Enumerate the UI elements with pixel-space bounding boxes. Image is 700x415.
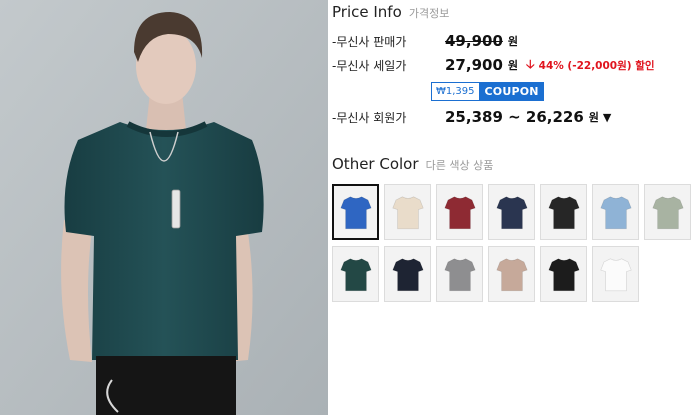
tshirt-thumbnail-icon — [495, 196, 528, 230]
discount-text: 44% (-22,000원) 할인 — [538, 59, 655, 72]
color-swatch[interactable] — [540, 246, 587, 302]
member-price-row: -무신사 회원가 25,389 ~ 26,226 원 ▼ — [332, 107, 611, 127]
member-price-unit: 원 — [588, 111, 599, 124]
price-info-title-ko: 가격정보 — [408, 7, 450, 20]
caret-down-icon[interactable]: ▼ — [603, 111, 611, 124]
sale-price-label: -무신사 세일가 — [332, 58, 407, 73]
tshirt-thumbnail-icon — [391, 258, 424, 292]
tshirt-thumbnail-icon — [443, 196, 476, 230]
tshirt-thumbnail-icon — [391, 196, 424, 230]
list-price-value: 49,900 — [445, 32, 503, 50]
list-price-unit: 원 — [507, 35, 519, 48]
color-swatch[interactable] — [436, 246, 483, 302]
list-price-label: -무신사 판매가 — [332, 34, 407, 49]
color-swatch[interactable] — [384, 184, 431, 240]
member-price-value: 25,389 ~ 26,226 — [445, 108, 584, 126]
tshirt-thumbnail-icon — [651, 196, 684, 230]
coupon-amount: ₩1,395 — [431, 82, 480, 101]
price-info-heading: Price Info 가격정보 — [332, 2, 449, 21]
tshirt-thumbnail-icon — [599, 196, 632, 230]
sale-price-row: -무신사 세일가 27,900 원 🡣 44% (-22,000원) 할인 — [332, 55, 655, 75]
tshirt-thumbnail-icon — [547, 196, 580, 230]
list-price-row: -무신사 판매가 49,900 원 — [332, 31, 518, 51]
color-swatch[interactable] — [436, 184, 483, 240]
member-price-label: -무신사 회원가 — [332, 110, 407, 125]
tshirt-thumbnail-icon — [339, 196, 372, 230]
product-photo — [0, 0, 328, 415]
model-wearing-tshirt-image — [0, 0, 328, 415]
other-color-title: Other Color — [332, 155, 419, 173]
sale-price-unit: 원 — [507, 59, 519, 72]
coupon-button[interactable]: ₩1,395 COUPON — [431, 82, 544, 101]
other-color-title-ko: 다른 색상 상품 — [425, 159, 494, 172]
coupon-label: COUPON — [479, 82, 544, 101]
color-swatch[interactable] — [540, 184, 587, 240]
tshirt-thumbnail-icon — [339, 258, 372, 292]
product-info-panel: Price Info 가격정보 -무신사 판매가 49,900 원 -무신사 세… — [332, 0, 700, 415]
color-swatch[interactable] — [384, 246, 431, 302]
tshirt-thumbnail-icon — [547, 258, 580, 292]
color-swatch[interactable] — [592, 184, 639, 240]
sale-price-value: 27,900 — [445, 56, 503, 74]
color-swatch[interactable] — [644, 184, 691, 240]
other-color-heading: Other Color 다른 색상 상품 — [332, 154, 493, 173]
tshirt-thumbnail-icon — [443, 258, 476, 292]
tshirt-thumbnail-icon — [599, 258, 632, 292]
color-swatch[interactable] — [488, 246, 535, 302]
color-swatch[interactable] — [332, 246, 379, 302]
price-info-title: Price Info — [332, 3, 402, 21]
color-swatch[interactable] — [488, 184, 535, 240]
color-swatch[interactable] — [592, 246, 639, 302]
color-swatch[interactable] — [332, 184, 379, 240]
tshirt-thumbnail-icon — [495, 258, 528, 292]
arrow-down-icon: 🡣 — [526, 56, 535, 71]
